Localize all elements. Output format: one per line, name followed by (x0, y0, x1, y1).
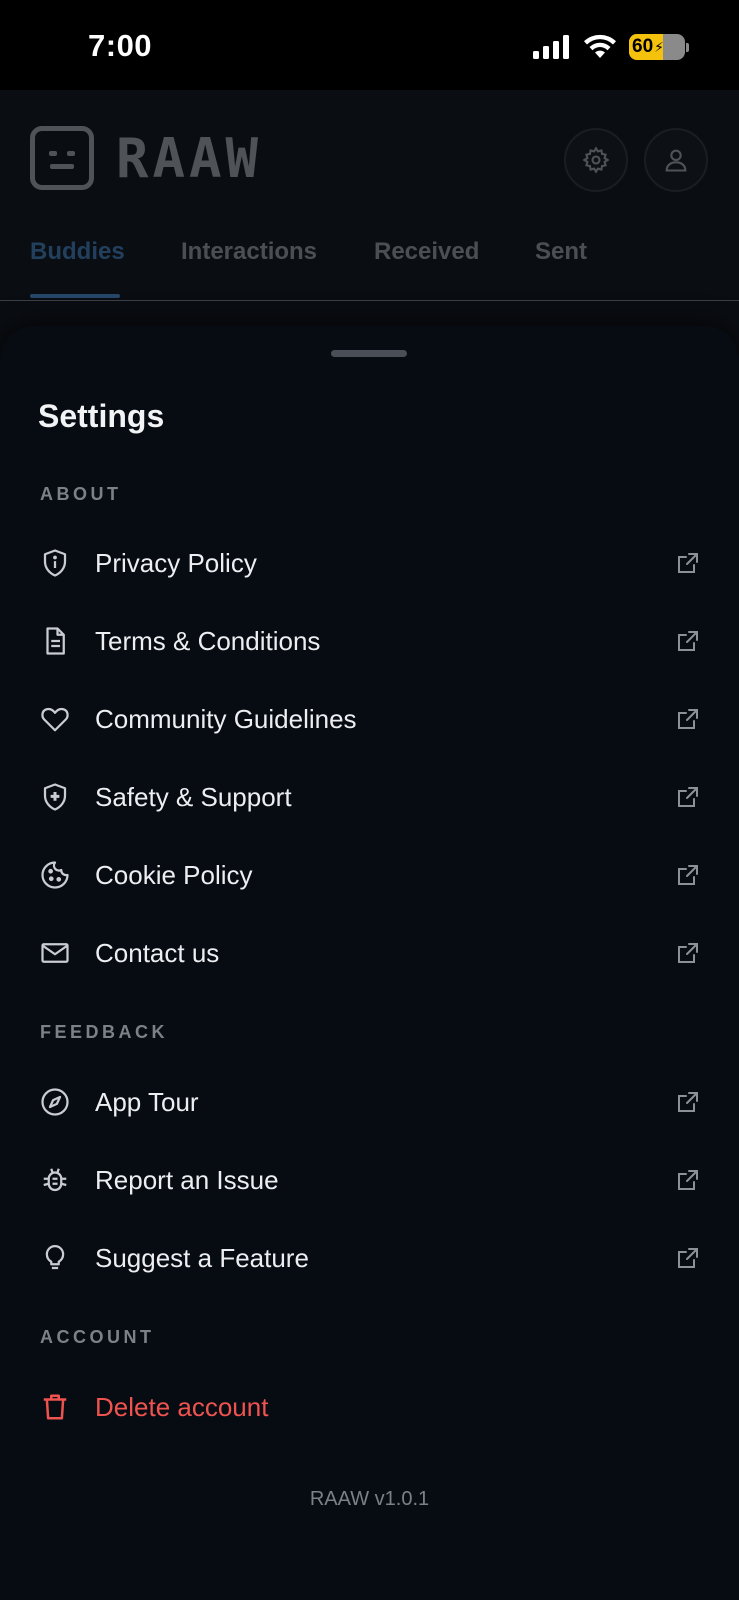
settings-item-label: App Tour (95, 1086, 199, 1117)
document-icon (38, 624, 72, 658)
delete-account-button[interactable]: Delete account (0, 1368, 739, 1446)
settings-item-label: Safety & Support (95, 781, 292, 812)
settings-item-label: Suggest a Feature (95, 1242, 309, 1273)
tab-sent[interactable]: Sent (535, 238, 587, 266)
tab-buddies[interactable]: Buddies (30, 238, 125, 266)
tab-bar: Buddies Interactions Received Sent (0, 238, 739, 302)
settings-item-community-guidelines[interactable]: Community Guidelines (0, 680, 739, 758)
external-link-icon (674, 1166, 702, 1194)
external-link-icon (674, 783, 702, 811)
sheet-title: Settings (38, 398, 165, 434)
wifi-icon (584, 34, 616, 58)
settings-item-terms-conditions[interactable]: Terms & Conditions (0, 602, 739, 680)
tab-interactions[interactable]: Interactions (181, 238, 317, 266)
external-link-icon (674, 861, 702, 889)
settings-item-label: Report an Issue (95, 1164, 279, 1195)
sheet-grabber[interactable] (331, 350, 407, 357)
battery-level: 60 (632, 36, 654, 57)
external-link-icon (674, 549, 702, 577)
external-link-icon (674, 1088, 702, 1116)
profile-button[interactable] (644, 128, 708, 192)
app-version: RAAW v1.0.1 (309, 1488, 430, 1510)
section-label-account: ACCOUNT (40, 1327, 155, 1347)
status-time: 7:00 (88, 28, 153, 63)
compass-icon (38, 1085, 72, 1119)
settings-item-cookie-policy[interactable]: Cookie Policy (0, 836, 739, 914)
delete-account-label: Delete account (95, 1391, 269, 1422)
settings-item-suggest-feature[interactable]: Suggest a Feature (0, 1219, 739, 1297)
settings-item-label: Cookie Policy (95, 859, 253, 890)
status-bar: 7:00 60 ⚡ (0, 0, 739, 90)
profile-icon (665, 149, 687, 172)
settings-item-label: Contact us (95, 937, 220, 968)
active-tab-indicator (30, 294, 120, 298)
heart-icon (38, 702, 72, 736)
settings-item-label: Terms & Conditions (95, 625, 321, 656)
section-label-about: ABOUT (40, 484, 122, 504)
settings-item-contact-us[interactable]: Contact us (0, 914, 739, 992)
lightbulb-icon (38, 1241, 72, 1275)
settings-item-safety-support[interactable]: Safety & Support (0, 758, 739, 836)
external-link-icon (674, 705, 702, 733)
cookie-icon (38, 858, 72, 892)
trash-icon (38, 1390, 72, 1424)
external-link-icon (674, 939, 702, 967)
settings-button[interactable] (564, 128, 628, 192)
settings-item-privacy-policy[interactable]: Privacy Policy (0, 524, 739, 602)
shield-plus-icon (38, 780, 72, 814)
battery-charging-icon: 60 ⚡ (629, 34, 689, 60)
settings-item-report-issue[interactable]: Report an Issue (0, 1141, 739, 1219)
settings-item-label: Privacy Policy (95, 547, 257, 578)
settings-sheet: Settings ABOUT Privacy Policy Terms & Co… (0, 326, 739, 1600)
signal-icon (533, 35, 569, 59)
external-link-icon (674, 1244, 702, 1272)
external-link-icon (674, 627, 702, 655)
settings-item-label: Community Guidelines (95, 703, 357, 734)
status-icons: 60 ⚡ (533, 34, 689, 60)
tabs-divider (0, 300, 739, 301)
app-logo: RAAW (30, 126, 262, 190)
tab-received[interactable]: Received (374, 238, 479, 266)
bug-icon (38, 1163, 72, 1197)
settings-icon (582, 146, 610, 174)
logo-face-icon (30, 126, 94, 190)
section-label-feedback: FEEDBACK (40, 1022, 169, 1042)
mail-icon (38, 936, 72, 970)
app-name: RAAW (116, 126, 263, 190)
settings-item-app-tour[interactable]: App Tour (0, 1063, 739, 1141)
shield-info-icon (38, 546, 72, 580)
